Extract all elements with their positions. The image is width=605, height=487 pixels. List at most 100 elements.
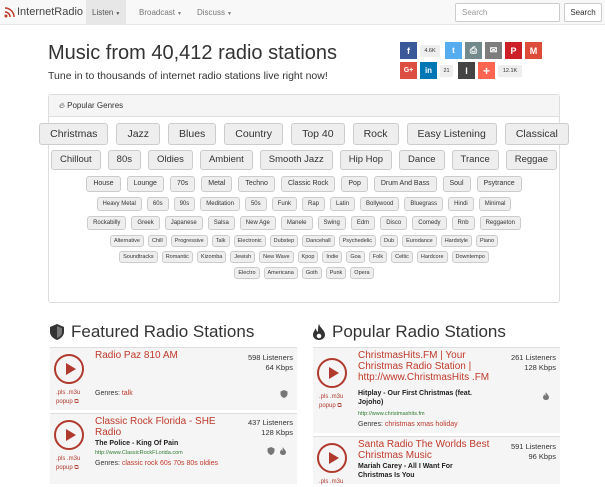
genre-tag[interactable]: Romantic	[161, 251, 193, 263]
genre-tag[interactable]: Drum And Bass	[373, 176, 437, 192]
station-card[interactable]: .pls .m3u popup ⧉ ChristmasHits.FM | You…	[313, 347, 560, 433]
genre-tag[interactable]: Dance	[399, 150, 445, 170]
genre-tag[interactable]: Easy Listening	[406, 123, 497, 145]
genre-link[interactable]: talk	[122, 390, 133, 397]
m3u-link[interactable]: .m3u	[330, 479, 343, 485]
twitter-icon[interactable]: t	[445, 42, 462, 59]
genre-tag[interactable]: Electro	[234, 267, 260, 279]
genre-tag[interactable]: Jewish	[230, 251, 256, 263]
genre-tag[interactable]: Blues	[168, 123, 217, 145]
play-button[interactable]	[54, 354, 84, 384]
genre-tag[interactable]: 60s	[146, 197, 169, 211]
genre-tag[interactable]: Folk	[368, 251, 388, 263]
genre-tag[interactable]: Hip Hop	[339, 150, 393, 170]
genre-tag[interactable]: Techno	[238, 176, 275, 192]
popup-link[interactable]: popup	[56, 399, 73, 405]
genre-tag[interactable]: New Wave	[259, 251, 294, 263]
pls-link[interactable]: .pls	[56, 390, 65, 396]
genre-tag[interactable]: Celtic	[391, 251, 413, 263]
genre-tag[interactable]: Jazz	[116, 123, 161, 145]
genre-tag[interactable]: Kpop	[297, 251, 319, 263]
genre-tag[interactable]: Lounge	[126, 176, 164, 192]
genre-tag[interactable]: Edm	[350, 216, 376, 230]
print-icon[interactable]: ⎙	[465, 42, 482, 59]
genre-tag[interactable]: Top 40	[291, 123, 345, 145]
genre-tag[interactable]: Psytrance	[476, 176, 522, 192]
genre-tag[interactable]: Bluegrass	[404, 197, 444, 211]
genre-tag[interactable]: Smooth Jazz	[259, 150, 333, 170]
play-button[interactable]	[317, 358, 347, 388]
pinterest-icon[interactable]: P	[505, 42, 522, 59]
genre-tag[interactable]: Opera	[350, 267, 374, 279]
genre-tag[interactable]: Electronic	[233, 235, 266, 247]
genre-tag[interactable]: Funk	[271, 197, 297, 211]
genre-tag[interactable]: 50s	[244, 197, 267, 211]
genre-tag[interactable]: Disco	[380, 216, 408, 230]
genre-tag[interactable]: Goth	[301, 267, 322, 279]
genre-tag[interactable]: Swing	[317, 216, 346, 230]
genre-tag[interactable]: Country	[224, 123, 284, 145]
genre-tag[interactable]: Japanese	[164, 216, 203, 230]
genre-link[interactable]: christmas xmas holiday	[385, 421, 458, 428]
m3u-link[interactable]: .m3u	[67, 456, 80, 462]
facebook-icon[interactable]: f	[400, 42, 417, 59]
station-name[interactable]: Santa Radio The Worlds Best Christmas Mu…	[358, 439, 508, 461]
station-name[interactable]: Radio Paz 810 AM	[95, 350, 225, 361]
nav-broadcast[interactable]: Broadcast ▼	[133, 0, 188, 25]
genre-tag[interactable]: Pop	[341, 176, 368, 192]
genre-tag[interactable]: Dubstep	[269, 235, 299, 247]
gmail-icon[interactable]: M	[525, 42, 542, 59]
genre-tag[interactable]: Kizomba	[196, 251, 227, 263]
station-url[interactable]: http://www.christmashits.fm	[358, 411, 425, 417]
genre-tag[interactable]: Ambient	[199, 150, 253, 170]
station-name[interactable]: Classic Rock Florida - SHE Radio	[95, 416, 225, 438]
genre-tag[interactable]: Greek	[131, 216, 160, 230]
genre-tag[interactable]: Classical	[504, 123, 569, 145]
instapaper-icon[interactable]: I	[458, 62, 475, 79]
nav-discuss[interactable]: Discuss ▼	[191, 0, 238, 25]
search-button[interactable]: Search	[564, 3, 602, 22]
more-share-icon[interactable]: +	[478, 62, 495, 79]
genre-tag[interactable]: Chill	[147, 235, 167, 247]
popup-link[interactable]: popup	[319, 403, 336, 409]
m3u-link[interactable]: .m3u	[330, 394, 343, 400]
genre-tag[interactable]: New Age	[239, 216, 276, 230]
genre-tag[interactable]: Meditation	[200, 197, 240, 211]
genre-tag[interactable]: Reggae	[505, 150, 558, 170]
genre-tag[interactable]: Piano	[475, 235, 499, 247]
genre-tag[interactable]: 90s	[173, 197, 196, 211]
genre-tag[interactable]: Trance	[451, 150, 499, 170]
genre-tag[interactable]: Chillout	[50, 150, 101, 170]
genre-tag[interactable]: Oldies	[148, 150, 193, 170]
genre-tag[interactable]: Dancehall	[302, 235, 335, 247]
pls-link[interactable]: .pls	[319, 479, 328, 485]
genre-tag[interactable]: Goa	[346, 251, 365, 263]
genre-tag[interactable]: Hardcore	[416, 251, 448, 263]
brand-logo[interactable]: InternetRadio	[4, 6, 83, 18]
genre-tag[interactable]: Latin	[330, 197, 356, 211]
station-card[interactable]: .pls .m3u popup ⧉ Radio Paz 810 AM 598 L…	[50, 347, 297, 410]
m3u-link[interactable]: .m3u	[67, 390, 80, 396]
genre-tag[interactable]: Alternative	[109, 235, 144, 247]
google-plus-icon[interactable]: G+	[400, 62, 417, 79]
genre-tag[interactable]: Rnb	[451, 216, 475, 230]
genre-tag[interactable]: Soul	[442, 176, 471, 192]
genre-tag[interactable]: Talk	[211, 235, 230, 247]
station-card[interactable]: .pls .m3u Santa Radio The Worlds Best Ch…	[313, 436, 560, 485]
genre-tag[interactable]: Minimal	[478, 197, 512, 211]
pls-link[interactable]: .pls	[319, 394, 328, 400]
genre-tag[interactable]: Eurodance	[402, 235, 437, 247]
pls-link[interactable]: .pls	[56, 456, 65, 462]
genre-tag[interactable]: Manele	[280, 216, 313, 230]
genre-tag[interactable]: Soundtracks	[119, 251, 158, 263]
genre-tag[interactable]: Hindi	[448, 197, 474, 211]
genre-tag[interactable]: Bollywood	[360, 197, 400, 211]
popup-link[interactable]: popup	[56, 465, 73, 471]
genre-tag[interactable]: 80s	[107, 150, 141, 170]
genre-tag[interactable]: Comedy	[412, 216, 447, 230]
genre-tag[interactable]: Progressive	[170, 235, 208, 247]
email-icon[interactable]: ✉	[485, 42, 502, 59]
genre-tag[interactable]: Rap	[302, 197, 326, 211]
genre-tag[interactable]: Metal	[201, 176, 233, 192]
genre-tag[interactable]: Indie	[322, 251, 343, 263]
